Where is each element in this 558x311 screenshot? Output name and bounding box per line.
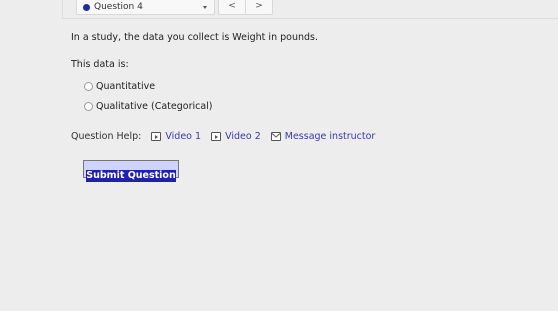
question-pager: < > bbox=[218, 0, 273, 15]
message-instructor-label: Message instructor bbox=[284, 131, 376, 142]
question-help-label: Question Help: bbox=[71, 131, 142, 142]
option-quantitative[interactable]: Quantitative bbox=[84, 81, 155, 92]
question-selector[interactable]: Question 4 bbox=[76, 0, 215, 15]
submit-question-button[interactable]: Submit Question bbox=[86, 170, 176, 182]
question-text: In a study, the data you collect is Weig… bbox=[71, 32, 318, 43]
option-label: Quantitative bbox=[96, 81, 156, 92]
divider bbox=[62, 18, 558, 19]
question-status-dot bbox=[83, 4, 90, 11]
envelope-icon bbox=[270, 132, 281, 141]
radio-button[interactable] bbox=[84, 102, 93, 111]
divider bbox=[62, 0, 63, 18]
question-prompt: This data is: bbox=[71, 59, 129, 70]
next-question-button[interactable]: > bbox=[246, 0, 272, 14]
submit-button-focus-ring: Submit Question bbox=[83, 160, 179, 182]
option-label: Qualitative (Categorical) bbox=[96, 101, 213, 112]
question-help: Question Help: Video 1 Video 2 Message i… bbox=[71, 131, 385, 142]
chevron-down-icon bbox=[203, 6, 207, 9]
play-video-icon bbox=[151, 132, 162, 141]
previous-question-button[interactable]: < bbox=[219, 0, 246, 14]
question-page: Question 4 < > In a study, the data you … bbox=[0, 0, 558, 311]
video-1-link[interactable]: Video 1 bbox=[151, 131, 201, 142]
question-selector-label: Question 4 bbox=[94, 2, 143, 12]
message-instructor-link[interactable]: Message instructor bbox=[270, 131, 376, 142]
video-2-link[interactable]: Video 2 bbox=[211, 131, 261, 142]
top-bar: Question 4 < > bbox=[0, 0, 558, 19]
video-2-label: Video 2 bbox=[225, 131, 261, 142]
option-qualitative[interactable]: Qualitative (Categorical) bbox=[84, 101, 213, 112]
radio-button[interactable] bbox=[84, 82, 93, 91]
play-video-icon bbox=[211, 132, 222, 141]
video-1-label: Video 1 bbox=[165, 131, 202, 142]
